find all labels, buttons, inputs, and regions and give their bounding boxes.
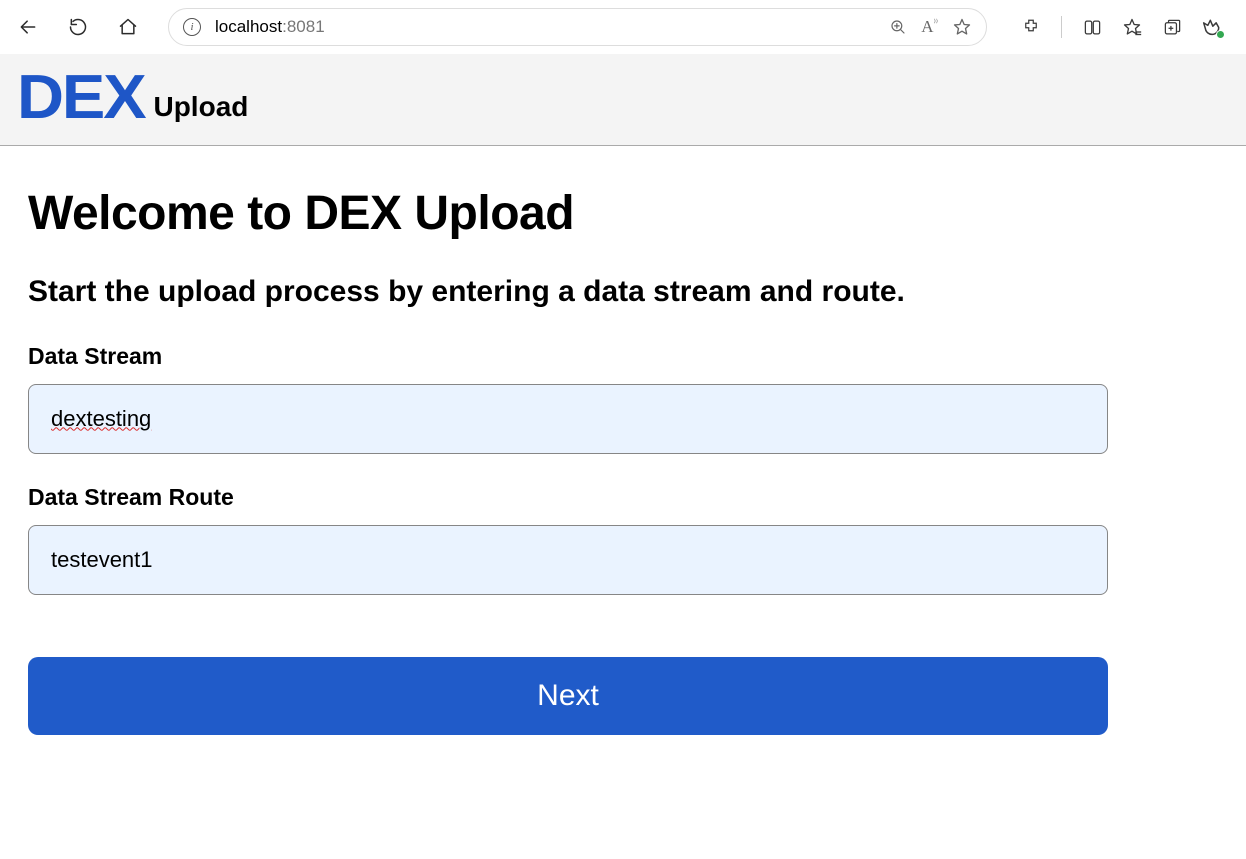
url-host: localhost [215,17,282,36]
page-title: Welcome to DEX Upload [28,186,1218,241]
page-subtitle: Start the upload process by entering a d… [28,275,1218,309]
url-text: localhost:8081 [215,17,325,37]
star-icon[interactable] [952,17,972,37]
performance-icon[interactable] [1202,17,1222,37]
read-aloud-icon[interactable]: A⁾⁾ [921,17,938,37]
logo-subtitle: Upload [153,91,248,125]
separator [1061,16,1062,38]
browser-nav-icons [18,17,138,37]
field-data-stream-route: Data Stream Route [28,484,1218,625]
next-button[interactable]: Next [28,657,1108,735]
data-stream-route-label: Data Stream Route [28,484,1218,511]
refresh-icon[interactable] [68,17,88,37]
data-stream-input[interactable] [28,384,1108,454]
back-icon[interactable] [18,17,38,37]
data-stream-label: Data Stream [28,343,1218,370]
app-header: DEX Upload [0,54,1246,146]
logo: DEX [17,72,145,125]
data-stream-route-input[interactable] [28,525,1108,595]
address-bar[interactable]: i localhost:8081 A⁾⁾ [168,8,987,46]
field-data-stream: Data Stream dextesting [28,343,1218,484]
browser-right-icons [1021,16,1228,38]
url-port: :8081 [282,17,325,36]
home-icon[interactable] [118,17,138,37]
zoom-icon[interactable] [889,18,907,36]
main-content: Welcome to DEX Upload Start the upload p… [0,146,1246,775]
collections-icon[interactable] [1162,17,1182,37]
split-screen-icon[interactable] [1082,17,1102,37]
site-info-icon[interactable]: i [183,18,201,36]
favorites-icon[interactable] [1122,17,1142,37]
browser-toolbar: i localhost:8081 A⁾⁾ [0,0,1246,54]
extensions-icon[interactable] [1021,17,1041,37]
